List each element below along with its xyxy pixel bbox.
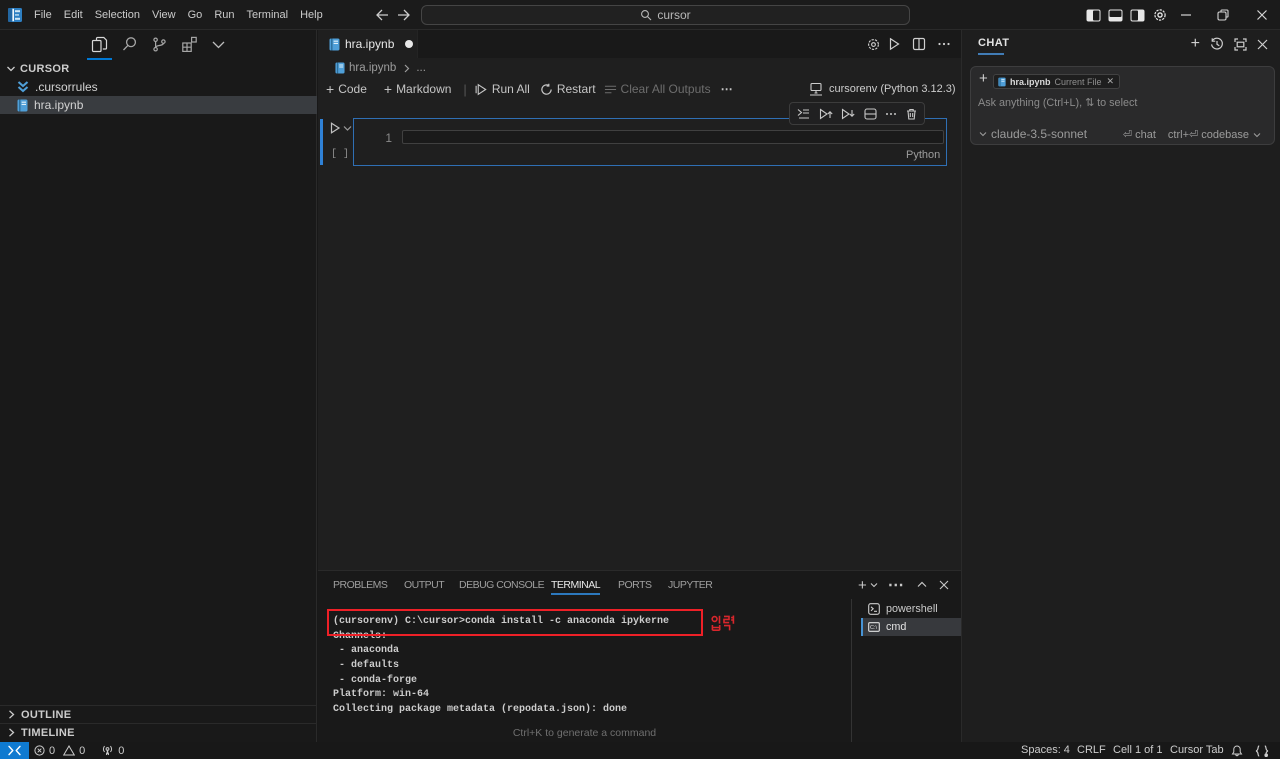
- svg-text:C:\: C:\: [870, 625, 878, 631]
